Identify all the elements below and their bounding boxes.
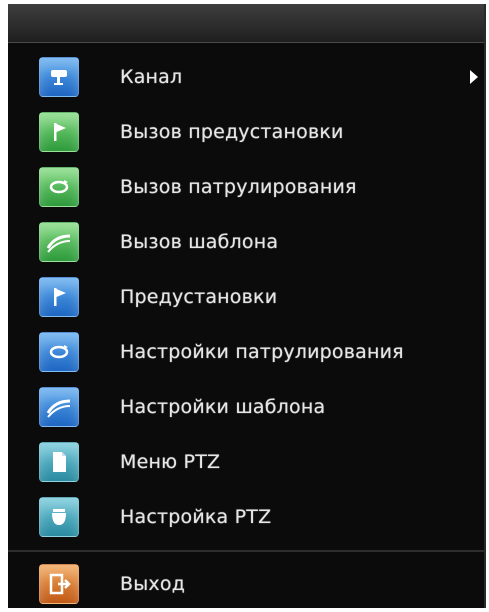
menu-item-label: Настройка PTZ bbox=[120, 506, 272, 528]
menu-divider bbox=[8, 550, 484, 552]
menu-item-label: Настройки патрулирования bbox=[120, 341, 404, 363]
menu-item-label: Настройки шаблона bbox=[120, 396, 326, 418]
context-menu: Канал Вызов предустановки Вызов патрулир… bbox=[8, 4, 486, 608]
menu-item-call-pattern[interactable]: Вызов шаблона bbox=[8, 218, 484, 266]
menu-item-label: Меню PTZ bbox=[120, 451, 221, 473]
dome-camera-icon bbox=[39, 497, 79, 537]
menu-item-call-preset[interactable]: Вызов предустановки bbox=[8, 108, 484, 156]
cycle-icon bbox=[39, 167, 79, 207]
cycle-icon bbox=[39, 332, 79, 372]
menu-item-label: Предустановки bbox=[120, 286, 278, 308]
menu-item-label: Канал bbox=[120, 66, 183, 88]
menu-item-label: Выход bbox=[120, 573, 186, 595]
menu-item-ptz-setup[interactable]: Настройка PTZ bbox=[8, 493, 484, 541]
menu-item-exit[interactable]: Выход bbox=[8, 560, 484, 608]
track-icon bbox=[39, 387, 79, 427]
menu-title-bar bbox=[8, 4, 484, 43]
submenu-arrow-icon bbox=[470, 70, 478, 84]
flag-icon bbox=[39, 112, 79, 152]
menu-item-presets[interactable]: Предустановки bbox=[8, 273, 484, 321]
menu-item-channel[interactable]: Канал bbox=[8, 53, 484, 101]
document-icon bbox=[39, 442, 79, 482]
menu-item-label: Вызов шаблона bbox=[120, 231, 279, 253]
exit-icon bbox=[39, 564, 79, 604]
menu-item-label: Вызов патрулирования bbox=[120, 176, 357, 198]
menu-item-ptz-menu[interactable]: Меню PTZ bbox=[8, 438, 484, 486]
menu-item-pattern-settings[interactable]: Настройки шаблона bbox=[8, 383, 484, 431]
camera-icon bbox=[39, 57, 79, 97]
menu-item-patrol-settings[interactable]: Настройки патрулирования bbox=[8, 328, 484, 376]
track-icon bbox=[39, 222, 79, 262]
menu-item-call-patrol[interactable]: Вызов патрулирования bbox=[8, 163, 484, 211]
flag-icon bbox=[39, 277, 79, 317]
menu-item-label: Вызов предустановки bbox=[120, 121, 344, 143]
